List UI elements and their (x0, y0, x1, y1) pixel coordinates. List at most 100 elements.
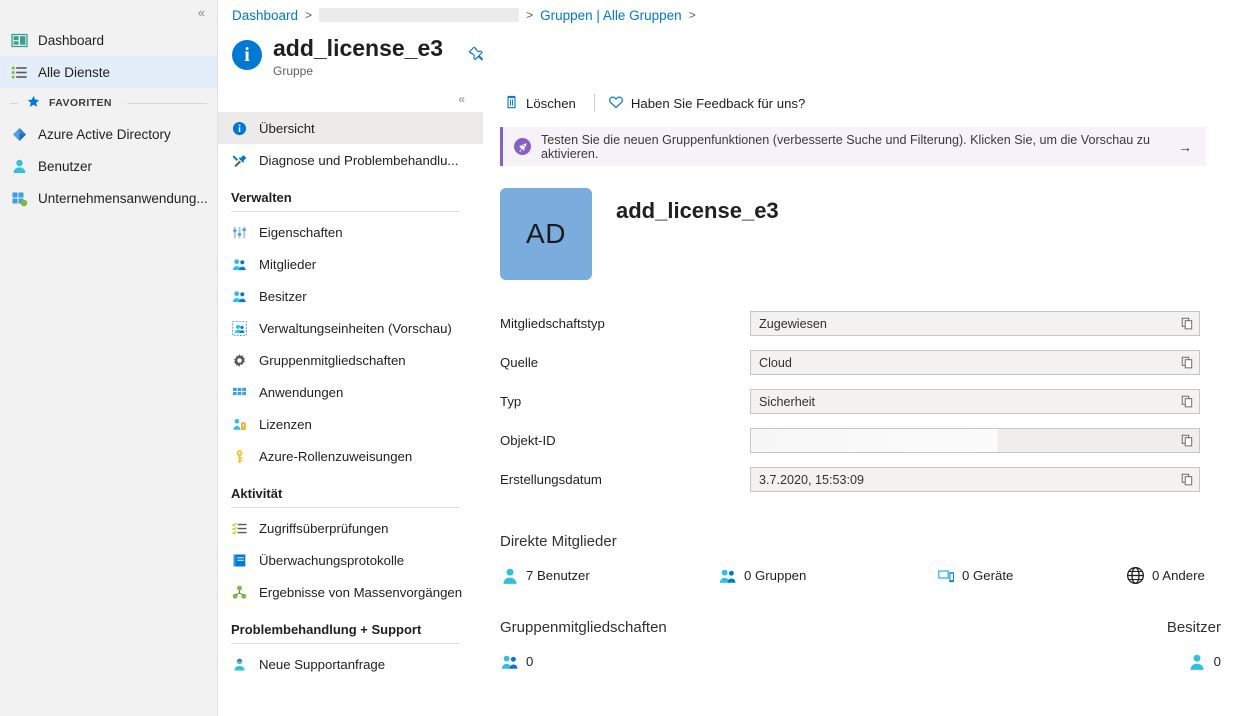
chevron-double-left-icon[interactable]: « (458, 92, 465, 106)
key-icon (231, 448, 248, 465)
blade-menu-collapse-row: « (218, 86, 483, 112)
favorites-header: FAVORITEN (0, 88, 217, 118)
count-others[interactable]: 0 Andere (1126, 566, 1205, 585)
property-value-field[interactable]: Sicherheit (750, 389, 1200, 414)
property-row-source: Quelle Cloud (500, 343, 1258, 382)
azure-portal-page: « Dashboard Alle Dienste FAVORITEN Azure… (0, 0, 1258, 716)
preview-banner[interactable]: Testen Sie die neuen Gruppenfunktionen (… (500, 127, 1206, 166)
blade-menu-group-title: Problembehandlung + Support (231, 622, 422, 637)
count-devices[interactable]: 0 Geräte (936, 566, 1126, 585)
delete-button[interactable]: Löschen (500, 90, 585, 116)
group-name: add_license_e3 (616, 198, 779, 223)
chevron-double-left-icon[interactable]: « (198, 6, 205, 19)
enterprise-application-icon (10, 189, 28, 207)
breadcrumb-item-groups[interactable]: Gruppen | Alle Gruppen (540, 8, 682, 23)
property-value: Cloud (759, 355, 792, 370)
copy-icon[interactable] (1180, 356, 1194, 369)
group-icon (500, 652, 519, 671)
blade-menu-item-label: Verwaltungseinheiten (Vorschau) (259, 320, 452, 336)
property-value-field[interactable]: Cloud (750, 350, 1200, 375)
sidebar-item-all-services[interactable]: Alle Dienste (0, 56, 217, 88)
property-row-creation-date: Erstellungsdatum 3.7.2020, 15:53:09 (500, 460, 1258, 499)
blade-menu-item-group-memberships[interactable]: Gruppenmitgliedschaften (218, 344, 483, 376)
property-row-membership-type: Mitgliedschaftstyp Zugewiesen (500, 304, 1258, 343)
sidebar-item-dashboard[interactable]: Dashboard (0, 24, 217, 56)
blade-menu-item-applications[interactable]: Anwendungen (218, 376, 483, 408)
copy-icon[interactable] (1180, 473, 1194, 486)
properties-sliders-icon (231, 224, 248, 241)
sidebar-item-enterprise-applications[interactable]: Unternehmensanwendung... (0, 182, 217, 214)
property-value-field[interactable] (750, 428, 1200, 453)
blade-title-group: add_license_e3 Gruppe (273, 35, 444, 78)
heart-icon (608, 94, 624, 113)
count-label: 0 (1213, 654, 1221, 669)
property-value-field[interactable]: Zugewiesen (750, 311, 1200, 336)
direct-members-title: Direkte Mitglieder (500, 533, 617, 550)
sidebar-item-users[interactable]: Benutzer (0, 150, 217, 182)
sidebar-item-label: Dashboard (38, 32, 105, 48)
blade-menu-item-bulk-operation-results[interactable]: Ergebnisse von Massenvorgängen (218, 576, 483, 608)
blade-menu-item-members[interactable]: Mitglieder (218, 248, 483, 280)
blade-menu-item-label: Zugriffsüberprüfungen (259, 520, 389, 536)
property-label: Erstellungsdatum (500, 472, 602, 487)
breadcrumb-item-redacted[interactable] (319, 8, 520, 22)
page-subtitle: Gruppe (273, 63, 314, 78)
divider (231, 507, 459, 508)
property-label: Objekt-ID (500, 433, 556, 448)
blade-menu-item-label: Anwendungen (259, 384, 344, 400)
delete-button-label: Löschen (526, 95, 576, 111)
gear-icon (231, 352, 248, 369)
copy-icon[interactable] (1180, 434, 1194, 447)
breadcrumb-item-dashboard[interactable]: Dashboard (232, 8, 298, 23)
blade-menu-item-audit-logs[interactable]: Überwachungsprotokolle (218, 544, 483, 576)
property-value: 3.7.2020, 15:53:09 (759, 472, 865, 487)
count-users[interactable]: 7 Benutzer (500, 566, 718, 585)
avatar: AD (500, 188, 592, 280)
device-icon (936, 566, 955, 585)
page-title: add_license_e3 (273, 35, 444, 61)
count-groups[interactable]: 0 Gruppen (718, 566, 936, 585)
breadcrumb-separator: > (526, 8, 534, 22)
blade-menu-item-azure-role-assignments[interactable]: Azure-Rollenzuweisungen (218, 440, 483, 472)
rocket-icon (514, 138, 531, 155)
blade-menu-item-label: Besitzer (259, 288, 307, 304)
sidebar-item-azure-active-directory[interactable]: Azure Active Directory (0, 118, 217, 150)
blade-menu-item-diagnose[interactable]: Diagnose und Problembehandlu... (218, 144, 483, 176)
property-label: Quelle (500, 355, 539, 370)
blade-menu-item-label: Eigenschaften (259, 224, 343, 240)
copy-icon[interactable] (1180, 317, 1194, 330)
preview-banner-text: Testen Sie die neuen Gruppenfunktionen (… (541, 132, 1151, 161)
count-label: 0 Geräte (962, 568, 1014, 583)
feedback-button[interactable]: Haben Sie Feedback für uns? (604, 90, 814, 117)
owners-section: Besitzer 0 (1101, 619, 1221, 671)
properties-list: Mitgliedschaftstyp Zugewiesen Quelle Clo… (500, 304, 1258, 499)
group-memberships-count[interactable]: 0 (500, 652, 1101, 671)
blade-menu-item-access-reviews[interactable]: Zugriffsüberprüfungen (218, 512, 483, 544)
azure-ad-icon (10, 125, 28, 143)
blade-menu-item-owners[interactable]: Besitzer (218, 280, 483, 312)
blade-menu-item-administrative-units[interactable]: Verwaltungseinheiten (Vorschau) (218, 312, 483, 344)
star-icon (27, 95, 40, 111)
property-row-type: Typ Sicherheit (500, 382, 1258, 421)
command-bar: Löschen Haben Sie Feedback für uns? (500, 86, 1258, 120)
blade-menu-item-label: Diagnose und Problembehandlu... (259, 152, 459, 168)
blade-menu-item-overview[interactable]: Übersicht (218, 112, 483, 144)
divider (593, 94, 595, 112)
licenses-icon (231, 416, 248, 433)
diagnose-tools-icon (231, 152, 248, 169)
blade-menu-item-label: Neue Supportanfrage (259, 656, 386, 672)
blade-menu-item-licenses[interactable]: Lizenzen (218, 408, 483, 440)
blade-menu-item-properties[interactable]: Eigenschaften (218, 216, 483, 248)
count-label: 7 Benutzer (526, 568, 590, 583)
owners-count[interactable]: 0 (1101, 652, 1221, 671)
pin-icon[interactable] (468, 46, 484, 67)
property-row-object-id: Objekt-ID (500, 421, 1258, 460)
property-value-field[interactable]: 3.7.2020, 15:53:09 (750, 467, 1200, 492)
divider (231, 643, 459, 644)
bottom-sections: Gruppenmitgliedschaften 0 Besitzer 0 (500, 619, 1258, 671)
blade-menu-item-new-support-request[interactable]: Neue Supportanfrage (218, 648, 483, 680)
favorites-label: FAVORITEN (49, 97, 112, 109)
copy-icon[interactable] (1180, 395, 1194, 408)
direct-members-counts: 7 Benutzer 0 Gruppen 0 Geräte 0 Andere (500, 566, 1258, 585)
count-label: 0 Andere (1152, 568, 1205, 583)
